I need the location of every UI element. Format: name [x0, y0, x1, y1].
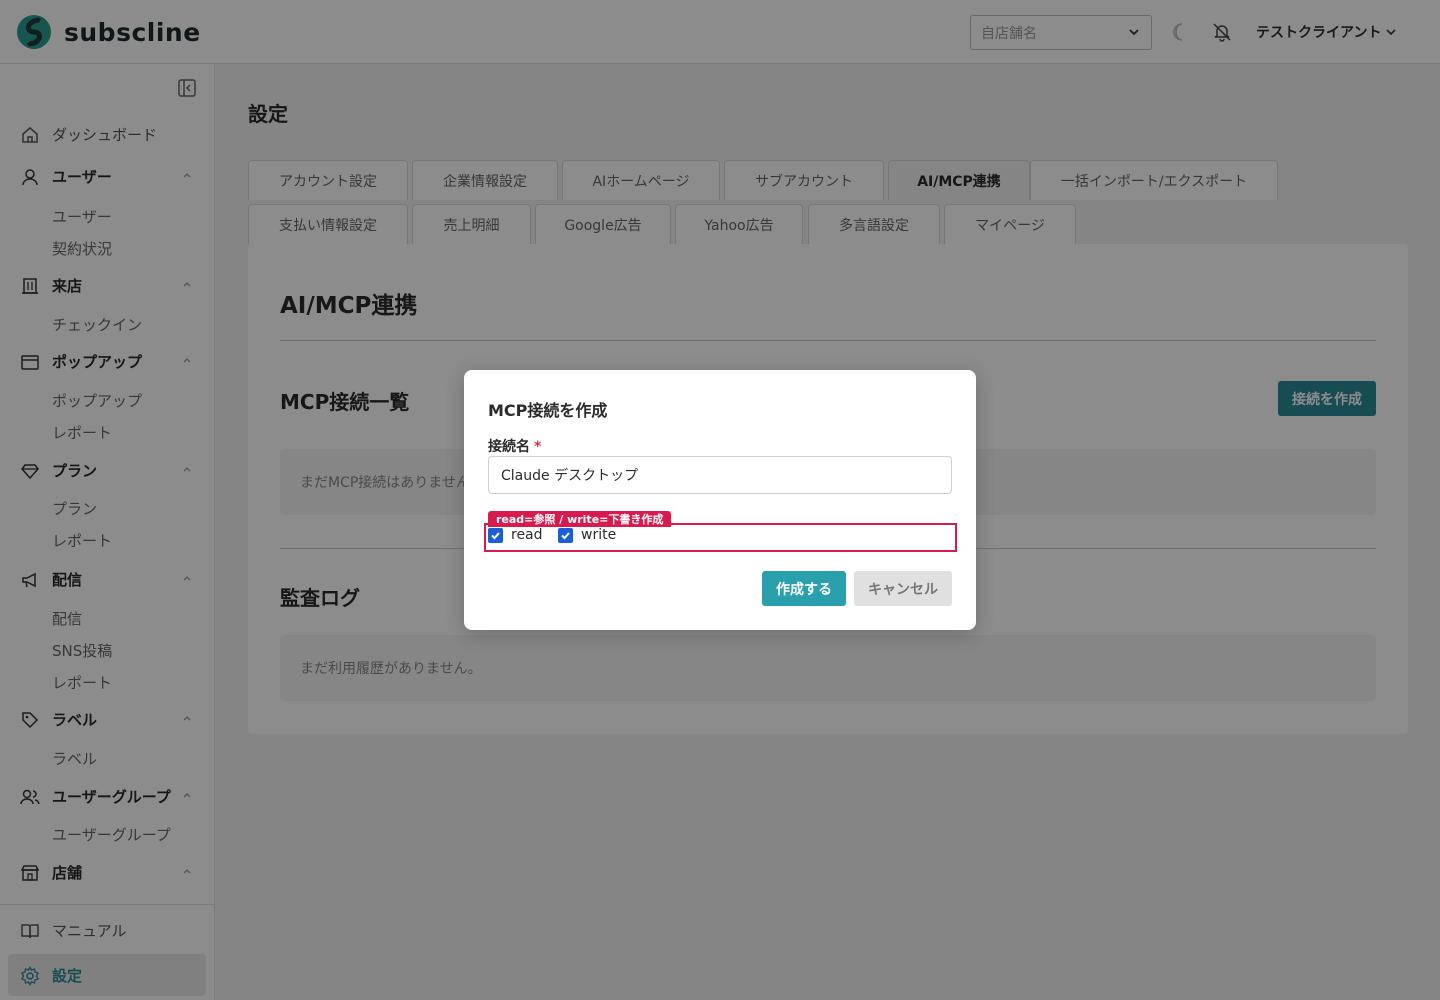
checkmark-icon [561, 531, 570, 539]
scope-write-option[interactable]: write [558, 527, 616, 543]
scope-read-option[interactable]: read [488, 527, 543, 543]
write-label: write [581, 527, 617, 543]
read-checkbox[interactable] [488, 527, 503, 543]
connection-name-input[interactable] [488, 456, 952, 494]
cancel-button[interactable]: キャンセル [854, 571, 952, 606]
required-mark: * [534, 439, 542, 455]
scope-highlight-box [484, 523, 957, 552]
modal-title: MCP接続を作成 [488, 401, 608, 420]
checkmark-icon [491, 531, 500, 539]
read-label: read [511, 527, 543, 543]
create-mcp-modal: MCP接続を作成 接続名* read=参照 / write=下書き作成 read… [464, 370, 976, 630]
name-label-text: 接続名 [488, 439, 530, 455]
write-checkbox[interactable] [558, 527, 573, 543]
create-button[interactable]: 作成する [762, 571, 846, 606]
name-field-label: 接続名 * [488, 436, 541, 456]
scope-hint-tag: read=参照 / write=下書き作成 [488, 511, 672, 527]
